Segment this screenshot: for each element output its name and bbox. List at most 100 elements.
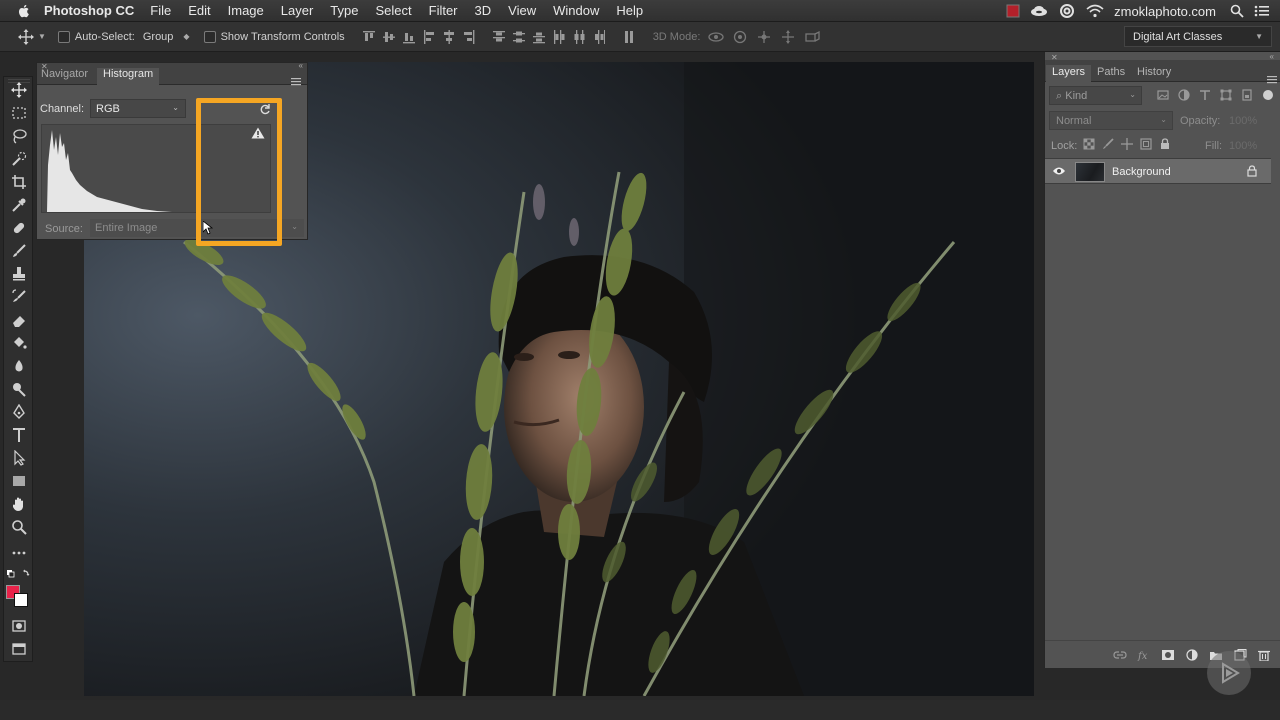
lock-transparent-pixels-icon[interactable]: [1083, 138, 1095, 150]
tab-history[interactable]: History: [1137, 66, 1171, 78]
notification-list-icon[interactable]: [1254, 4, 1270, 18]
menu-filter[interactable]: Filter: [429, 3, 458, 18]
align-vcenter-icon[interactable]: [382, 30, 395, 44]
lock-icon[interactable]: [1247, 165, 1257, 180]
workspace-select[interactable]: Digital Art Classes ▼: [1124, 26, 1272, 47]
align-bottom-icon[interactable]: [402, 30, 415, 44]
align-right-icon[interactable]: [463, 29, 475, 44]
menu-3d[interactable]: 3D: [475, 3, 492, 18]
paint-bucket-tool-icon[interactable]: [10, 334, 28, 352]
screen-mode-icon[interactable]: [10, 640, 28, 658]
zoom-tool-icon[interactable]: [10, 518, 28, 536]
menu-edit[interactable]: Edit: [188, 3, 210, 18]
panel-menu-icon[interactable]: [1267, 75, 1277, 87]
type-layer-filter-icon[interactable]: [1199, 89, 1211, 101]
eyedropper-tool-icon[interactable]: [10, 196, 28, 214]
quick-selection-tool-icon[interactable]: [10, 150, 28, 168]
3d-orbit-icon[interactable]: [708, 30, 725, 44]
align-hcenter-icon[interactable]: [443, 29, 455, 44]
menu-view[interactable]: View: [508, 3, 536, 18]
delete-layer-icon[interactable]: [1257, 649, 1271, 661]
tab-layers[interactable]: Layers: [1046, 65, 1092, 82]
tab-histogram[interactable]: Histogram: [97, 68, 160, 85]
menu-window[interactable]: Window: [553, 3, 599, 18]
layer-filter-kind-select[interactable]: ⌕ Kind ⌄: [1049, 86, 1142, 105]
healing-brush-tool-icon[interactable]: [10, 219, 28, 237]
new-adjustment-layer-icon[interactable]: [1185, 648, 1199, 661]
distribute-top-icon[interactable]: [492, 30, 505, 44]
eraser-tool-icon[interactable]: [10, 311, 28, 329]
link-layers-icon[interactable]: [1113, 649, 1127, 661]
menu-layer[interactable]: Layer: [281, 3, 314, 18]
background-color-swatch[interactable]: [14, 593, 28, 607]
transform-controls-checkbox[interactable]: [203, 30, 216, 43]
eye-icon[interactable]: [1052, 166, 1066, 179]
pixel-layer-filter-icon[interactable]: [1157, 89, 1169, 101]
lasso-tool-icon[interactable]: [10, 127, 28, 145]
dodge-tool-icon[interactable]: [10, 380, 28, 398]
layer-name[interactable]: Background: [1112, 166, 1171, 178]
app-name[interactable]: Photoshop CC: [44, 3, 134, 18]
marquee-tool-icon[interactable]: [10, 104, 28, 122]
channel-select[interactable]: RGB ⌄: [90, 99, 186, 118]
clone-stamp-tool-icon[interactable]: [10, 265, 28, 283]
quick-mask-icon[interactable]: [10, 617, 28, 635]
rectangle-tool-icon[interactable]: [10, 472, 28, 490]
menu-image[interactable]: Image: [228, 3, 264, 18]
lock-position-icon[interactable]: [1121, 138, 1133, 150]
hat-icon[interactable]: [1030, 4, 1048, 18]
apple-icon[interactable]: [16, 3, 32, 19]
distribute-vcenter-icon[interactable]: [512, 30, 525, 44]
path-selection-tool-icon[interactable]: [10, 449, 28, 467]
pen-tool-icon[interactable]: [10, 403, 28, 421]
wifi-icon[interactable]: [1086, 4, 1104, 18]
type-tool-icon[interactable]: [10, 426, 28, 444]
lock-all-icon[interactable]: [1159, 138, 1171, 150]
hand-tool-icon[interactable]: [10, 495, 28, 513]
chevron-down-icon[interactable]: ▼: [38, 32, 46, 41]
crop-tool-icon[interactable]: [10, 173, 28, 191]
distribute-right-icon[interactable]: [593, 29, 605, 44]
history-brush-tool-icon[interactable]: [10, 288, 28, 306]
prevent-auto-nesting-icon[interactable]: [1140, 138, 1152, 150]
3d-slide-icon[interactable]: [780, 29, 796, 44]
fill-value[interactable]: 100%: [1229, 140, 1257, 152]
distribute-hcenter-icon[interactable]: [573, 29, 585, 44]
auto-align-layers-icon[interactable]: [623, 30, 635, 44]
3d-roll-icon[interactable]: [732, 30, 748, 44]
collapse-panel-icon[interactable]: «: [299, 61, 303, 70]
align-top-icon[interactable]: [362, 30, 375, 44]
creative-cloud-icon[interactable]: [1058, 4, 1076, 18]
brush-tool-icon[interactable]: [10, 242, 28, 260]
add-mask-icon[interactable]: [1161, 649, 1175, 661]
panel-menu-icon[interactable]: [291, 77, 301, 89]
auto-select-checkbox[interactable]: [57, 30, 70, 43]
menu-type[interactable]: Type: [330, 3, 358, 18]
move-tool-icon[interactable]: [10, 81, 28, 99]
adjustment-layer-filter-icon[interactable]: [1178, 89, 1190, 101]
align-left-icon[interactable]: [423, 29, 435, 44]
lock-image-pixels-icon[interactable]: [1102, 138, 1114, 150]
blend-mode-select[interactable]: Normal ⌄: [1049, 111, 1173, 130]
tab-paths[interactable]: Paths: [1097, 66, 1125, 78]
layer-thumbnail[interactable]: [1075, 162, 1105, 182]
more-tools-icon[interactable]: [10, 544, 28, 562]
tab-navigator[interactable]: Navigator: [41, 68, 88, 80]
search-icon[interactable]: [1230, 4, 1244, 18]
filter-toggle-icon[interactable]: [1262, 89, 1274, 101]
smart-object-filter-icon[interactable]: [1241, 89, 1253, 101]
menu-file[interactable]: File: [150, 3, 171, 18]
auto-select-dropdown[interactable]: Group ◆: [143, 31, 190, 43]
distribute-bottom-icon[interactable]: [532, 30, 545, 44]
menu-help[interactable]: Help: [616, 3, 643, 18]
move-tool-preset-icon[interactable]: [18, 28, 34, 45]
red-status-icon[interactable]: [1006, 4, 1020, 18]
layer-row[interactable]: Background: [1045, 158, 1271, 184]
shape-layer-filter-icon[interactable]: [1220, 89, 1232, 101]
distribute-left-icon[interactable]: [553, 29, 565, 44]
3d-pan-icon[interactable]: [756, 30, 772, 44]
opacity-value[interactable]: 100%: [1229, 115, 1257, 127]
blur-tool-icon[interactable]: [10, 357, 28, 375]
3d-scale-icon[interactable]: [804, 30, 821, 44]
menu-select[interactable]: Select: [375, 3, 411, 18]
